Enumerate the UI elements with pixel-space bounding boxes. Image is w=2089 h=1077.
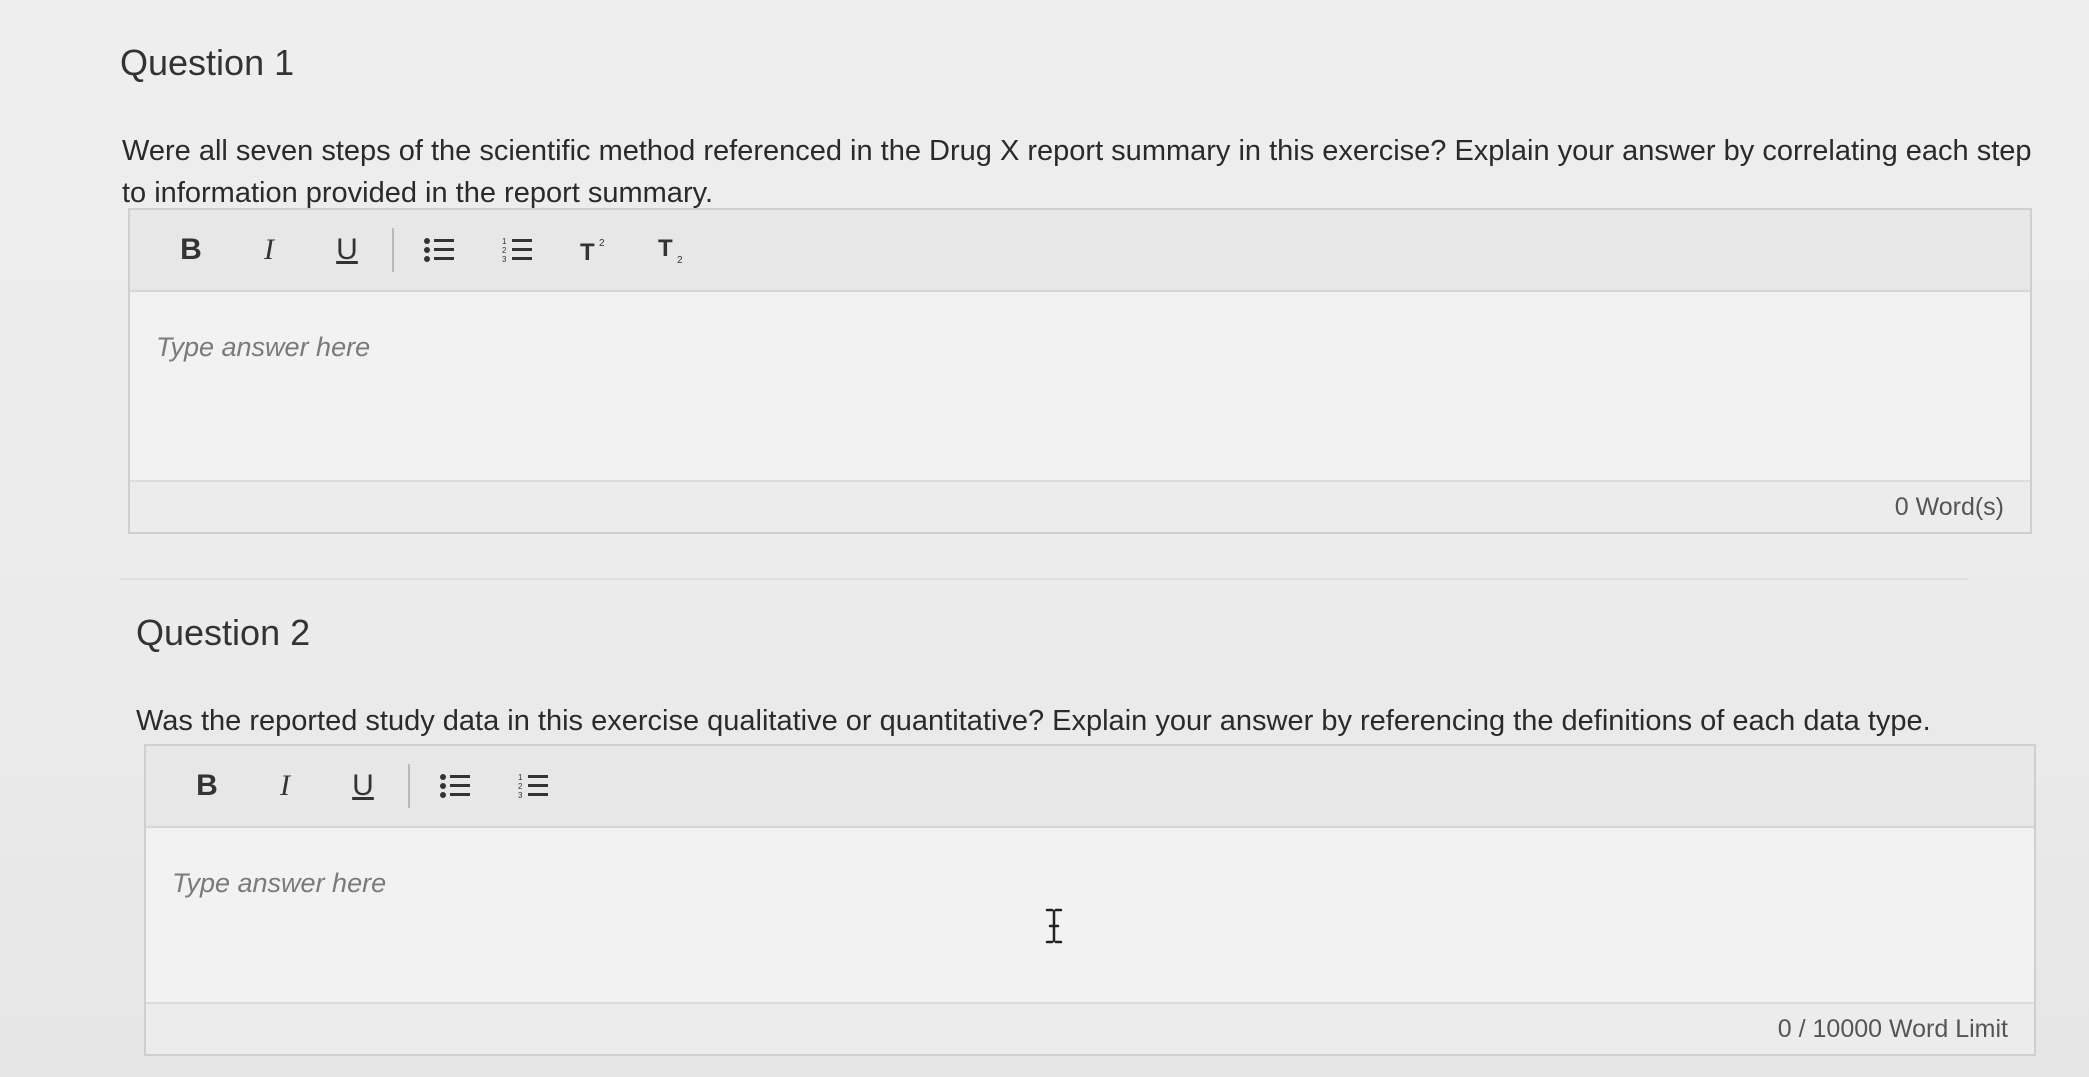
italic-button[interactable]: I	[230, 220, 308, 280]
svg-text:2: 2	[502, 246, 507, 255]
bold-button[interactable]: B	[152, 220, 230, 280]
word-count: 0 Word(s)	[130, 480, 2030, 532]
underline-button[interactable]: U	[308, 220, 386, 280]
question-1-editor: B I U 1 2 3 T 2 T 2 Type answer here 0 W…	[128, 208, 2032, 534]
question-2-prompt: Was the reported study data in this exer…	[136, 705, 1931, 737]
bulleted-list-icon	[440, 774, 470, 798]
answer-placeholder: Type answer here	[156, 332, 371, 362]
numbered-list-button[interactable]: 1 2 3	[478, 220, 556, 280]
numbered-list-button[interactable]: 1 2 3	[494, 756, 572, 816]
question-2-editor: B I U 1 2 3 Type answer here 0 / 10000 W…	[144, 744, 2036, 1056]
superscript-button[interactable]: T 2	[556, 220, 634, 280]
question-2-answer-input[interactable]: Type answer here	[146, 828, 2034, 1002]
svg-text:T: T	[658, 236, 673, 262]
text-cursor-icon	[1045, 908, 1063, 944]
superscript-icon: T 2	[580, 238, 605, 264]
subscript-button[interactable]: T 2	[634, 220, 712, 280]
question-divider	[120, 578, 1969, 580]
word-limit: 0 / 10000 Word Limit	[146, 1002, 2034, 1054]
numbered-list-icon: 1 2 3	[502, 237, 532, 264]
numbered-list-icon: 1 2 3	[518, 773, 548, 800]
underline-button[interactable]: U	[324, 756, 402, 816]
toolbar-divider	[392, 228, 394, 272]
bulleted-list-button[interactable]	[400, 220, 478, 280]
question-1-answer-input[interactable]: Type answer here	[130, 292, 2030, 480]
svg-text:2: 2	[599, 238, 605, 249]
svg-text:1: 1	[502, 237, 507, 246]
toolbar-divider	[408, 764, 410, 808]
italic-button[interactable]: I	[246, 756, 324, 816]
question-1-prompt: Were all seven steps of the scientific m…	[122, 135, 2032, 209]
question-2-title: Question 2	[136, 612, 311, 653]
svg-text:2: 2	[677, 255, 683, 264]
svg-text:3: 3	[502, 255, 507, 264]
bulleted-list-icon	[424, 238, 454, 262]
svg-text:3: 3	[518, 791, 523, 800]
question-1-title: Question 1	[120, 42, 295, 83]
svg-text:2: 2	[518, 782, 523, 791]
subscript-icon: T 2	[658, 236, 683, 264]
svg-text:T: T	[580, 239, 595, 264]
question-2-toolbar: B I U 1 2 3	[146, 746, 2034, 828]
bulleted-list-button[interactable]	[416, 756, 494, 816]
svg-text:1: 1	[518, 773, 523, 782]
quiz-page: Question 1 Were all seven steps of the s…	[0, 0, 2089, 1077]
question-1-toolbar: B I U 1 2 3 T 2 T 2	[130, 210, 2030, 292]
answer-placeholder: Type answer here	[172, 868, 387, 898]
bold-button[interactable]: B	[168, 756, 246, 816]
